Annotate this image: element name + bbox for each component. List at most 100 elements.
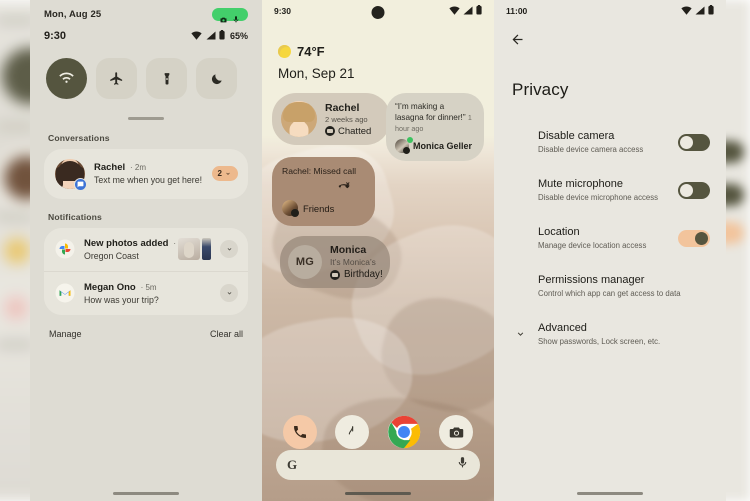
notification-row-photos[interactable]: New photos added · 5m Oregon Coast [44, 227, 248, 271]
conversation-widgets: Rachel 2 weeks ago Chatted “I’m making a… [262, 93, 494, 288]
missed-call-icon [282, 176, 365, 200]
arrow-back-icon [512, 34, 523, 45]
contact-status: Chatted [325, 126, 371, 137]
notification-expand-button[interactable] [220, 240, 238, 258]
conversation-count-chip[interactable]: 2 [211, 166, 238, 181]
dock-app-chrome[interactable] [387, 415, 421, 449]
contact-name: Monica Geller [413, 141, 473, 152]
quick-settings-header: Mon, Aug 25 [30, 0, 262, 23]
notification-timestamp: · 5m [138, 282, 157, 292]
setting-text: Permissions manager Control which app ca… [538, 274, 710, 298]
setting-row-permissions-manager[interactable]: Permissions manager Control which app ca… [494, 262, 726, 310]
google-photos-icon [55, 239, 75, 259]
notification-title: Megan Ono · 5m [84, 282, 211, 293]
dock-app-messages[interactable] [335, 415, 369, 449]
setting-title: Mute microphone [538, 178, 623, 190]
notification-row-gmail[interactable]: Megan Ono · 5m How was your trip? [44, 270, 248, 315]
quick-settings-tiles [30, 45, 262, 99]
qs-time: 9:30 [44, 30, 67, 42]
back-button[interactable] [494, 22, 726, 52]
app-badge-icon [291, 209, 299, 217]
avatar [282, 200, 299, 217]
qs-tile-dark-theme[interactable] [196, 58, 237, 99]
conversation-row-rachel[interactable]: Rachel · 2m Text me when you get here! 2 [44, 148, 248, 199]
contact-status-text: Chatted [338, 125, 372, 137]
chevron-down-icon [227, 291, 231, 294]
section-label-notifications: Notifications [48, 211, 102, 222]
phone-icon [294, 426, 306, 438]
microphone-icon[interactable] [456, 456, 469, 474]
qs-status-icons: 65% [191, 27, 248, 45]
section-label-conversations: Conversations [48, 132, 110, 143]
dock-app-phone[interactable] [283, 415, 317, 449]
dock-app-camera[interactable] [439, 415, 473, 449]
panel-home-screen: 9:30 74°F Mon, Sep 21 Rachel 2 weeks ago… [262, 0, 494, 501]
wifi-icon [681, 5, 692, 17]
conversation-widget-monica-birthday[interactable]: MG Monica It’s Monica’s Birthday! [280, 236, 390, 288]
quote-body: “I’m making a lasagna for dinner!” [395, 102, 466, 123]
setting-row-location[interactable]: Location Manage device location access [494, 214, 726, 262]
setting-row-disable-camera[interactable]: Disable camera Disable device camera acc… [494, 118, 726, 166]
messages-icon [74, 177, 87, 191]
wifi-icon [449, 5, 460, 17]
navigation-handle[interactable] [345, 492, 411, 495]
conversation-name: Rachel [94, 162, 126, 173]
notification-body: Oregon Coast [84, 250, 139, 261]
thumbnail-image-2 [202, 238, 211, 260]
setting-subtitle: Disable device camera access [538, 145, 644, 154]
navigation-handle[interactable] [113, 492, 179, 495]
toggle-location[interactable] [678, 229, 710, 247]
chrome-icon [387, 415, 421, 449]
conversation-widget-rachel[interactable]: Rachel 2 weeks ago Chatted [272, 93, 390, 145]
toggle-knob [680, 135, 693, 149]
privacy-indicator-pill[interactable] [212, 8, 248, 22]
camera-icon [219, 11, 228, 22]
conversation-widget-text: Rachel 2 weeks ago Chatted [325, 102, 371, 137]
notification-expand-button[interactable] [220, 284, 238, 302]
app-dock [262, 415, 494, 449]
contact-subtitle: 2 weeks ago [325, 114, 368, 124]
qs-tile-flashlight[interactable] [146, 58, 187, 99]
privacy-settings-list: Disable camera Disable device camera acc… [494, 118, 726, 358]
clear-all-button[interactable]: Clear all [210, 329, 243, 339]
weather-row: 74°F [278, 44, 494, 59]
flashlight-icon [164, 72, 169, 85]
setting-row-advanced[interactable]: Advanced Show passwords, Lock screen, et… [494, 310, 726, 358]
setting-subtitle: Manage device location access [538, 241, 647, 250]
navigation-handle[interactable] [577, 492, 643, 495]
setting-title: Location [538, 226, 580, 238]
toggle-disable-camera[interactable] [678, 133, 710, 151]
weather-widget[interactable]: 74°F Mon, Sep 21 [262, 22, 494, 81]
conversation-widget-missed-call[interactable]: Rachel: Missed call Friends [272, 157, 375, 226]
quick-settings-time-row: 9:30 65% [30, 23, 262, 45]
screenshot-stage: Mon, Aug 25 9:30 65% Conversations Rache… [0, 0, 750, 501]
status-icons [681, 5, 714, 17]
count-value: 2 [217, 169, 222, 178]
wifi-icon [191, 27, 203, 45]
setting-subtitle: Control which app can get access to data [538, 289, 681, 298]
status-icons [449, 5, 482, 17]
setting-title: Permissions manager [538, 274, 645, 286]
setting-row-mute-microphone[interactable]: Mute microphone Disable device microphon… [494, 166, 726, 214]
gmail-icon [55, 283, 75, 303]
toggle-mute-microphone[interactable] [678, 181, 710, 199]
battery-icon [476, 5, 482, 17]
conversation-widget-monica-quote[interactable]: “I’m making a lasagna for dinner!” 1 hou… [386, 93, 484, 162]
battery-percent: 65% [229, 31, 248, 41]
signal-icon [695, 6, 705, 17]
notification-thumbnails[interactable] [178, 238, 211, 260]
status-time: 11:00 [506, 6, 528, 16]
google-search-bar[interactable]: G [276, 450, 480, 480]
notification-title: New photos added · 5m [84, 238, 189, 249]
birthday-line-1: It’s Monica’s [330, 257, 376, 267]
camera-icon [449, 427, 463, 437]
birthday-text: Monica It’s Monica’s Birthday! [330, 244, 383, 280]
chevron-down-icon[interactable] [512, 328, 528, 341]
chevron-down-icon [227, 247, 231, 250]
signal-icon [463, 6, 473, 17]
notifications-group: New photos added · 5m Oregon Coast [44, 227, 248, 315]
qs-tile-wifi[interactable] [46, 58, 87, 99]
sun-icon [278, 45, 291, 58]
manage-button[interactable]: Manage [49, 329, 82, 339]
qs-tile-airplane[interactable] [96, 58, 137, 99]
